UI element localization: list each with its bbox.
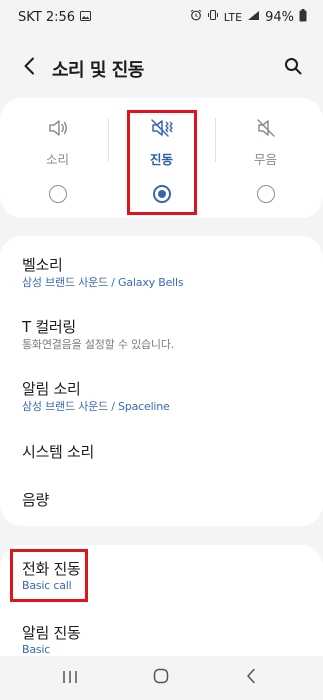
page-title: 소리 및 진동 — [52, 60, 144, 81]
search-icon — [284, 57, 302, 79]
search-button[interactable] — [279, 54, 307, 82]
notification-sound-title: 알림 소리 — [22, 380, 81, 398]
network-type: LTE — [223, 10, 243, 24]
gallery-notification-icon — [80, 10, 92, 25]
notification-vibration-title: 알림 진동 — [22, 624, 81, 642]
mode-vibrate-radio[interactable] — [152, 185, 171, 203]
volume-title: 음량 — [22, 491, 50, 509]
list-item-t-coloring[interactable]: T 컬러링 통화연결음을 설정할 수 있습니다. — [0, 296, 323, 356]
t-coloring-title: T 컬러링 — [22, 318, 76, 336]
mode-vibrate-label: 진동 — [149, 152, 173, 167]
mode-sound-radio[interactable] — [48, 185, 67, 203]
sound-mode-selector: 소리 진동 무음 — [0, 98, 323, 218]
call-vibration-subtitle: Basic call — [22, 579, 72, 592]
sound-settings-list: 벨소리 삼성 브랜드 사운드 / Galaxy Bells T 컬러링 통화연결… — [0, 236, 323, 526]
mode-sound-label: 소리 — [45, 152, 69, 167]
home-icon — [153, 668, 169, 688]
mute-icon — [212, 118, 319, 140]
back-button[interactable] — [16, 54, 42, 82]
list-item-ringtone[interactable]: 벨소리 삼성 브랜드 사운드 / Galaxy Bells — [0, 236, 323, 296]
vibrate-status-icon — [207, 9, 219, 25]
ringtone-title: 벨소리 — [22, 256, 63, 274]
battery-icon — [299, 8, 307, 26]
mode-mute-label: 무음 — [253, 152, 277, 167]
back-nav-button[interactable] — [231, 666, 271, 690]
system-sound-title: 시스템 소리 — [22, 443, 94, 461]
app-header: 소리 및 진동 — [0, 46, 323, 90]
list-item-notification-vibration[interactable]: 알림 진동 Basic — [0, 608, 323, 656]
mode-vibrate[interactable]: 진동 — [108, 98, 215, 218]
signal-icon — [247, 10, 260, 25]
call-vibration-title: 전화 진동 — [22, 560, 81, 578]
recent-apps-button[interactable] — [50, 666, 90, 690]
status-bar: SKT 2:56 LTE 94% — [0, 0, 323, 34]
mode-mute-radio[interactable] — [256, 185, 275, 203]
speaker-icon — [4, 118, 111, 140]
alarm-icon — [190, 9, 202, 25]
carrier-time: SKT 2:56 — [18, 9, 76, 25]
list-item-notification-sound[interactable]: 알림 소리 삼성 브랜드 사운드 / Spaceline — [0, 356, 323, 416]
list-item-system-sound[interactable]: 시스템 소리 — [0, 416, 323, 469]
list-item-call-vibration[interactable]: 전화 진동 Basic call — [0, 545, 323, 608]
notification-vibration-subtitle: Basic — [22, 643, 51, 656]
vibration-settings-list: 전화 진동 Basic call 알림 진동 Basic — [0, 545, 323, 656]
vibrate-icon — [108, 118, 215, 140]
chevron-left-icon — [246, 668, 256, 688]
recents-icon — [62, 669, 78, 688]
ringtone-subtitle: 삼성 브랜드 사운드 / Galaxy Bells — [22, 276, 184, 289]
mode-sound[interactable]: 소리 — [4, 98, 111, 218]
home-button[interactable] — [141, 666, 181, 690]
battery-percent: 94% — [265, 9, 294, 25]
notification-sound-subtitle: 삼성 브랜드 사운드 / Spaceline — [22, 400, 170, 413]
chevron-left-icon — [23, 57, 35, 79]
mode-mute[interactable]: 무음 — [212, 98, 319, 218]
t-coloring-subtitle: 통화연결음을 설정할 수 있습니다. — [22, 338, 175, 351]
system-nav-bar — [0, 656, 323, 700]
list-item-volume[interactable]: 음량 — [0, 469, 323, 526]
